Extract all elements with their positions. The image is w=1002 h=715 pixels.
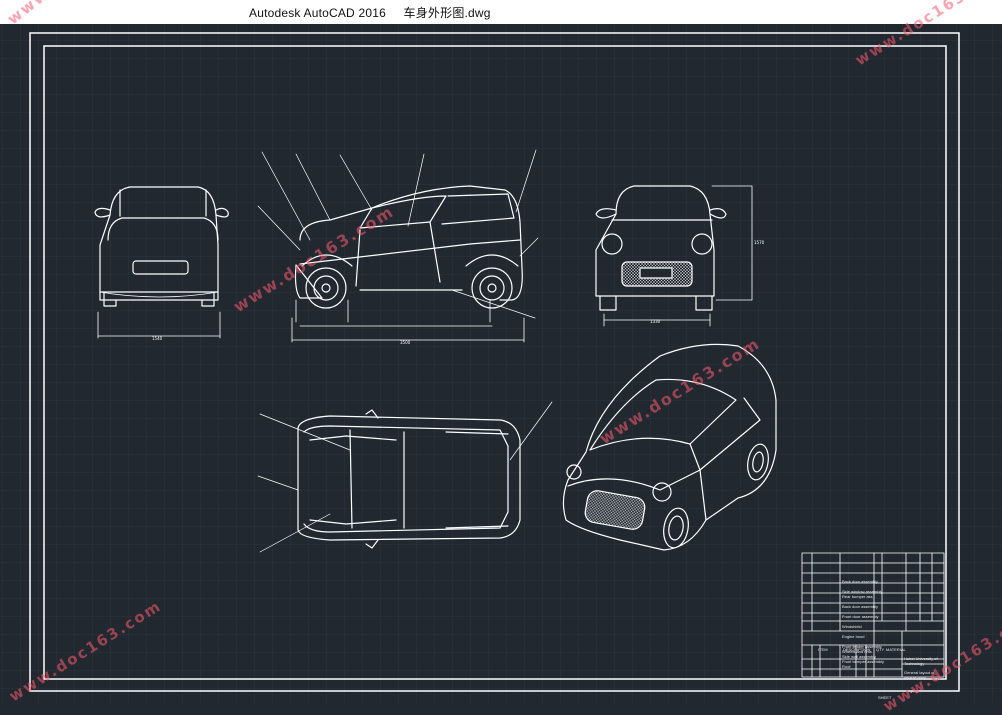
dim-label: 3500	[400, 340, 411, 345]
app-title: Autodesk AutoCAD 2016	[249, 6, 386, 20]
window-title-bar: Autodesk AutoCAD 2016 车身外形图.dwg	[0, 0, 1002, 24]
parts-row: Rear bumper ass	[842, 594, 873, 599]
parts-row: Back door assembly	[842, 579, 879, 584]
parts-row: Back door assembly	[842, 604, 879, 609]
header-item: ITEM	[818, 647, 828, 652]
header-material: MATERIAL	[886, 647, 906, 652]
header-description: DESCRIPTION	[843, 647, 871, 652]
parts-row: Roof	[842, 664, 851, 669]
dim-label: 1540	[152, 336, 163, 341]
parts-row: Engine hood	[842, 634, 865, 639]
file-name: 车身外形图.dwg	[403, 6, 491, 20]
dim-label: 1330	[650, 319, 661, 324]
dim-label: 1570	[754, 240, 765, 245]
parts-list: Back door assembly Side window assembly …	[842, 579, 884, 669]
parts-row: Front door assembly	[842, 614, 879, 619]
window-title: Autodesk AutoCAD 2016 车身外形图.dwg	[249, 4, 491, 21]
header-qty: QTY	[876, 647, 885, 652]
parts-row: Windshield	[842, 624, 862, 629]
